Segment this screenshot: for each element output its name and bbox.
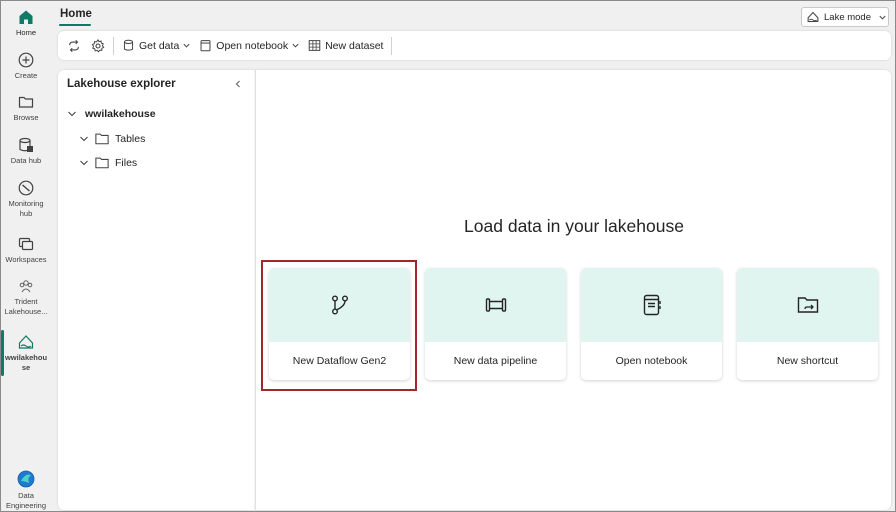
folder-icon: [18, 96, 34, 108]
tree-item-wwilakehouse[interactable]: wwilakehouse: [67, 108, 156, 120]
open-notebook-card[interactable]: Open notebook: [581, 268, 722, 380]
lakehouse-icon: [18, 335, 34, 349]
database-icon: [19, 137, 33, 152]
toolbar-separator: [113, 36, 114, 55]
new-dataflow-gen2-card[interactable]: New Dataflow Gen2: [269, 268, 410, 380]
chevron-down-icon: [68, 111, 76, 117]
card-icon-area: [581, 268, 722, 342]
card-label: New shortcut: [776, 355, 839, 367]
load-data-heading: Load data in your lakehouse: [464, 216, 684, 236]
chevron-down-icon: [80, 160, 88, 165]
monitoring-icon: [18, 180, 34, 196]
rail-item-workspaces[interactable]: Workspaces: [1, 236, 51, 265]
data-engineering-logo: [17, 470, 35, 488]
chevron-down-icon: [879, 15, 886, 20]
database-icon: [123, 39, 134, 51]
tree-item-files[interactable]: Files: [79, 156, 137, 169]
app-window: Home Create Browse Data hub Monitoring h…: [0, 0, 896, 512]
settings-button[interactable]: [91, 36, 105, 56]
new-data-pipeline-card[interactable]: New data pipeline: [425, 268, 566, 380]
get-data-button[interactable]: Get data: [122, 36, 191, 56]
card-label: Open notebook: [615, 355, 688, 367]
chevron-down-icon: [183, 43, 190, 48]
card-icon-area: [425, 268, 566, 342]
gear-icon: [91, 38, 105, 53]
tree-item-tables[interactable]: Tables: [79, 132, 145, 145]
lake-mode-label: Lake mode: [824, 11, 872, 23]
new-dataset-button[interactable]: New dataset: [308, 36, 383, 56]
card-icon-area: [269, 268, 410, 342]
pipeline-icon: [485, 298, 506, 312]
dataflow-icon: [331, 295, 348, 315]
chevron-down-icon: [292, 43, 299, 48]
tab-home-underline: [59, 24, 91, 26]
shortcut-folder-icon: [797, 297, 818, 313]
new-shortcut-card[interactable]: New shortcut: [737, 268, 878, 380]
rail-item-create[interactable]: Create: [1, 52, 51, 81]
home-icon: [19, 10, 33, 24]
dataset-icon: [308, 40, 321, 51]
ribbon-toolbar: Get data Open notebook New dataset: [58, 31, 891, 60]
chevron-left-icon[interactable]: [233, 79, 243, 89]
rail-item-home[interactable]: Home: [1, 9, 51, 38]
lakehouse-icon: [807, 11, 819, 23]
toolbar-separator: [391, 36, 393, 55]
folder-icon: [95, 133, 109, 145]
refresh-icon: [69, 39, 79, 52]
chevron-down-icon: [80, 136, 88, 141]
rail-item-wwilakehouse[interactable]: wwilakehouse: [1, 330, 51, 376]
card-label: New Dataflow Gen2: [292, 355, 387, 367]
plus-circle-icon: [18, 52, 34, 68]
rail-item-data-hub[interactable]: Data hub: [1, 137, 51, 166]
workspaces-icon: [18, 237, 34, 251]
notebook-icon: [643, 294, 661, 316]
refresh-button[interactable]: [67, 36, 81, 56]
top-bar: Home Lake mode: [51, 1, 895, 31]
tab-home[interactable]: Home: [60, 8, 92, 20]
rail-item-browse[interactable]: Browse: [1, 94, 51, 123]
explorer-title: Lakehouse explorer: [67, 78, 176, 90]
rail-item-data-engineering[interactable]: Data Engineering: [1, 470, 51, 511]
card-icon-area: [737, 268, 878, 342]
group-icon: [19, 280, 33, 293]
rail-item-monitoring-hub[interactable]: Monitoring hub: [1, 180, 51, 219]
folder-icon: [95, 157, 109, 169]
card-label: New data pipeline: [453, 355, 538, 367]
open-notebook-button[interactable]: Open notebook: [199, 36, 300, 56]
left-nav-rail: Home Create Browse Data hub Monitoring h…: [1, 1, 51, 511]
lakehouse-explorer-panel: Lakehouse explorer wwilakehouse Tables F…: [58, 70, 255, 510]
notebook-icon: [200, 40, 211, 52]
main-content: Load data in your lakehouse New Dataflow…: [255, 70, 891, 510]
rail-item-trident-lakehouse[interactable]: Trident Lakehouse...: [1, 278, 51, 317]
lake-mode-dropdown[interactable]: Lake mode: [801, 7, 889, 27]
